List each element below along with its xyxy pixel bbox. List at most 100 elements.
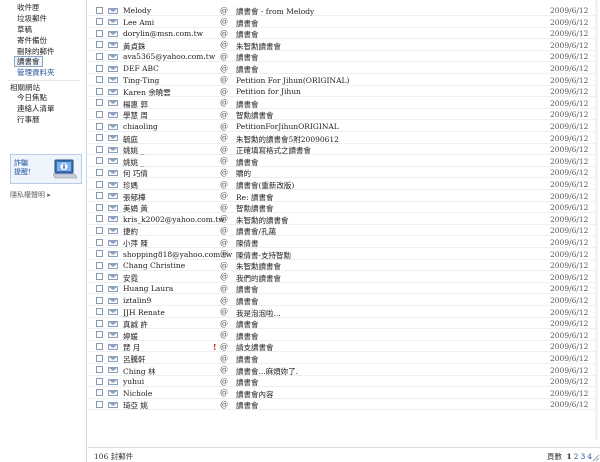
row-checkbox[interactable] [96,354,103,362]
message-row[interactable]: 真誠 許 @ 讀書會 2009/6/12 [88,318,595,330]
privacy-link[interactable]: 隱私權聲明 ▸ [10,190,51,200]
message-row[interactable]: 安霓 @ 我們的讀書會 2009/6/12 [88,271,595,283]
message-row[interactable]: 黃貞銖 @ 朱智勳讀書會 2009/6/12 [88,39,595,51]
sidebar-folder-item[interactable]: 垃圾郵件 [0,14,86,25]
subject[interactable]: Petition For Jihun(ORIGINAL) [236,76,536,85]
message-row[interactable]: 毓庭 @ 朱智勳的讀書會5附20090612 2009/6/12 [88,132,595,144]
row-checkbox[interactable] [96,18,103,26]
message-row[interactable]: 張郁樺 @ Re: 讀書會 2009/6/12 [88,190,595,202]
sender[interactable]: DEF ABC [123,64,235,73]
row-checkbox[interactable] [96,203,103,211]
sender[interactable]: ava5365@yahoo.com.tw [123,52,235,61]
message-row[interactable]: shopping818@yahoo.com.tw @ 陳倩書-支持智勳 2009/6/… [88,248,595,260]
related-link-item[interactable]: 今日焦點 [0,93,86,104]
row-checkbox[interactable] [96,64,103,72]
resize-grip-icon[interactable] [590,452,600,462]
sender[interactable]: Melody [123,6,235,15]
subject[interactable]: 讀書會 [236,400,536,411]
message-row[interactable]: 小萍 陳 @ 陳倩書 2009/6/12 [88,237,595,248]
row-checkbox[interactable] [96,157,103,165]
message-row[interactable]: 楊惠 郭 @ 讀書會 2009/6/12 [88,97,595,109]
message-row[interactable]: Huang Laura @ 讀書會 2009/6/12 [88,283,595,295]
row-checkbox[interactable] [96,400,103,408]
sender[interactable]: iztalin9 [123,296,235,305]
message-row[interactable]: kris_k2002@yahoo.com.tw @ 朱智勳的讀書會 2009/6/12 [88,213,595,225]
page-link[interactable]: 2 [574,452,579,461]
row-checkbox[interactable] [96,226,103,234]
row-checkbox[interactable] [96,331,103,339]
row-checkbox[interactable] [96,52,103,60]
row-checkbox[interactable] [96,168,103,176]
subject[interactable]: Petition for Jihun [236,87,536,96]
row-checkbox[interactable] [96,308,103,316]
row-checkbox[interactable] [96,76,103,84]
sender[interactable]: 琦亞 姚 [123,400,235,411]
row-checkbox[interactable] [96,110,103,118]
scrollbar[interactable] [595,0,598,440]
sender[interactable]: Nichole [123,389,235,398]
message-row[interactable]: 美娟 黃 @ 智勳讀書會 2009/6/12 [88,202,595,214]
page-link[interactable]: 1 [566,452,571,461]
message-row[interactable]: JJH Renate @ 我是泡泡啦... 2009/6/12 [88,306,595,318]
sender[interactable]: yuhui [123,377,235,386]
message-row[interactable]: 姚姚 _ @ 正確填寫格式之讀書會 2009/6/12 [88,144,595,156]
row-checkbox[interactable] [96,41,103,49]
row-checkbox[interactable] [96,319,103,327]
row-checkbox[interactable] [96,134,103,142]
row-checkbox[interactable] [96,29,103,37]
row-checkbox[interactable] [96,284,103,292]
message-row[interactable]: iztalin9 @ 讀書會 2009/6/12 [88,295,595,306]
sender[interactable]: Lee Ami [123,18,235,27]
row-checkbox[interactable] [96,99,103,107]
sender[interactable]: chiaoling [123,122,235,131]
fraud-alert-banner[interactable]: 詐騙 提醒！ [10,154,82,184]
row-checkbox[interactable] [96,215,103,223]
sender[interactable]: kris_k2002@yahoo.com.tw [123,215,235,224]
row-checkbox[interactable] [96,6,103,14]
message-row[interactable]: 珍媽 @ 讀書會(重新改版) 2009/6/12 [88,179,595,190]
row-checkbox[interactable] [96,296,103,304]
row-checkbox[interactable] [96,366,103,374]
row-checkbox[interactable] [96,273,103,281]
related-link-item[interactable]: 連絡人清單 [0,104,86,115]
sender[interactable]: JJH Renate [123,308,235,317]
sender[interactable]: dorylin@msn.com.tw [123,29,235,38]
message-row[interactable]: 琵 月! @ 請支讀書會 2009/6/12 [88,341,595,353]
manage-folders-link[interactable]: 管理資料夾 [0,68,86,79]
sidebar-folder-item[interactable]: 收件匣 [0,3,86,14]
row-checkbox[interactable] [96,87,103,95]
row-checkbox[interactable] [96,389,103,397]
subject[interactable]: PetitionForJihunORIGINAL [236,122,536,131]
sidebar-folder-item[interactable]: 寄件備份 [0,36,86,47]
sidebar-folder-item[interactable]: 刪除的郵件 [0,47,86,58]
message-row[interactable]: Ching 林 @ 讀書會...麻煩妳了. 2009/6/12 [88,364,595,376]
sender[interactable]: shopping818@yahoo.com.tw [123,250,235,259]
message-row[interactable]: 姚姚 _ @ 讀書會 2009/6/12 [88,155,595,167]
message-row[interactable]: 呂騰軒 @ 讀書會 2009/6/12 [88,353,595,364]
message-row[interactable]: ava5365@yahoo.com.tw @ 讀書會 2009/6/12 [88,51,595,63]
row-checkbox[interactable] [96,180,103,188]
sender[interactable]: Chang Christine [123,261,235,270]
message-row[interactable]: dorylin@msn.com.tw @ 讀書會 2009/6/12 [88,28,595,40]
row-checkbox[interactable] [96,261,103,269]
message-row[interactable]: 琦亞 姚 @ 讀書會 2009/6/12 [88,399,595,411]
message-row[interactable]: DEF ABC @ 讀書會 2009/6/12 [88,63,595,74]
message-row[interactable]: Chang Christine @ 朱智勳讀書會 2009/6/12 [88,260,595,272]
sidebar-folder-item[interactable]: 草稿 [0,25,86,36]
row-checkbox[interactable] [96,377,103,385]
page-link[interactable]: 3 [580,452,585,461]
row-checkbox[interactable] [96,250,103,258]
message-row[interactable]: yuhui @ 讀書會 2009/6/12 [88,376,595,388]
sender[interactable]: Ting-Ting [123,76,235,85]
related-link-item[interactable]: 行事曆 [0,115,86,126]
message-row[interactable]: Lee Ami @ 讀書會 2009/6/12 [88,16,595,28]
row-checkbox[interactable] [96,192,103,200]
message-row[interactable]: chiaoling @ PetitionForJihunORIGINAL 2009/6… [88,121,595,132]
row-checkbox[interactable] [96,238,103,246]
sidebar-folder-item[interactable]: 讀書會 [0,56,86,68]
row-checkbox[interactable] [96,342,103,350]
row-checkbox[interactable] [96,145,103,153]
message-row[interactable]: 婷媛 @ 讀書會 2009/6/12 [88,329,595,341]
message-row[interactable]: 捷約 @ 讀書會/孔藹 2009/6/12 [88,225,595,237]
sender[interactable]: Huang Laura [123,284,235,293]
